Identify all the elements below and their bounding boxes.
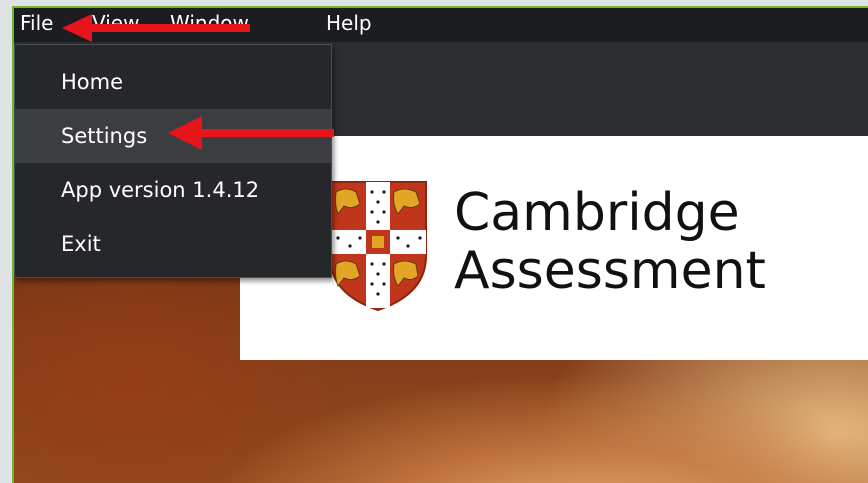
annotation-arrow-settings-icon [168,116,334,150]
menu-help[interactable]: Help [326,10,372,36]
university-crest-icon [329,181,427,312]
file-menu-dropdown: Home Settings App version 1.4.12 Exit [14,44,332,278]
menu-item-app-version[interactable]: App version 1.4.12 [15,163,331,217]
brand-name-line1: Cambridge [454,183,740,243]
menu-item-exit[interactable]: Exit [15,217,331,271]
menu-item-home[interactable]: Home [15,55,331,109]
app-window: File View Window Help Cambridge Assessme… [12,6,868,483]
annotation-arrow-file-icon [62,14,250,42]
brand-banner: Cambridge Assessment [240,136,868,360]
menu-file[interactable]: File [20,10,53,36]
brand-name-line2: Assessment [454,241,766,301]
